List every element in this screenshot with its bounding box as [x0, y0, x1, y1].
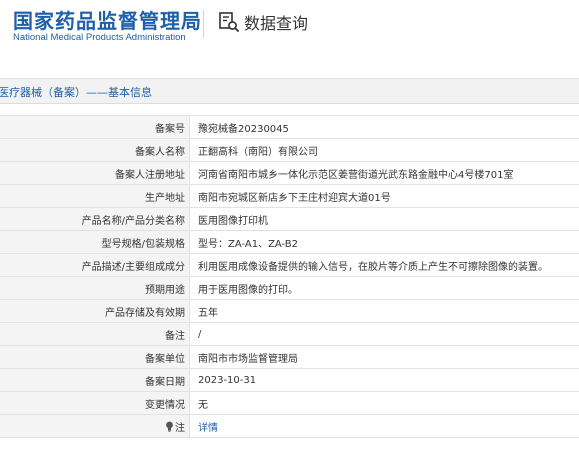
- field-label-record-date: 备案日期: [0, 368, 190, 392]
- field-value-storage-validity: 五年: [189, 299, 579, 323]
- field-value-product-description: 利用医用成像设备提供的输入信号，在胶片等介质上产生不可擦除图像的装置。: [189, 253, 579, 277]
- field-label-registrant-name: 备案人名称: [0, 138, 190, 162]
- field-label-storage-validity: 产品存储及有效期: [0, 299, 190, 323]
- field-value-remarks: /: [189, 322, 579, 346]
- table-row: 生产地址 南阳市宛城区新店乡下王庄村迎宾大道01号: [0, 184, 579, 208]
- field-value-registrant-name: 正翻高科（南阳）有限公司: [189, 138, 579, 162]
- document-search-icon: [219, 12, 239, 32]
- field-value-intended-use: 用于医用图像的打印。: [189, 276, 579, 300]
- field-value-production-address: 南阳市宛城区新店乡下王庄村迎宾大道01号: [189, 184, 579, 208]
- field-value-product-name: 医用图像打印机: [189, 207, 579, 231]
- site-logo-title[interactable]: 国家药品监督管理局: [13, 5, 202, 34]
- table-row: 备案人注册地址 河南省南阳市城乡一体化示范区姜营街道光武东路金融中心4号楼701…: [0, 161, 579, 185]
- field-label-production-address: 生产地址: [0, 184, 190, 208]
- field-label-remarks: 备注: [0, 322, 190, 346]
- field-value-registrant-address: 河南省南阳市城乡一体化示范区姜营街道光武东路金融中心4号楼701室: [189, 161, 579, 185]
- field-value-record-date: 2023-10-31: [189, 368, 579, 392]
- field-label-registrant-address: 备案人注册地址: [0, 161, 190, 185]
- field-label-product-description: 产品描述/主要组成成分: [0, 253, 190, 277]
- table-row: 预期用途 用于医用图像的打印。: [0, 276, 579, 300]
- table-row: 产品存储及有效期 五年: [0, 299, 579, 323]
- field-value-record-no: 豫宛械备20230045: [189, 115, 579, 139]
- lightbulb-icon: [166, 421, 173, 432]
- site-header: 国家药品监督管理局 National Medical Products Admi…: [0, 0, 579, 66]
- site-logo-subtitle: National Medical Products Administration: [13, 32, 186, 43]
- field-label-model-spec: 型号规格/包装规格: [0, 230, 190, 254]
- table-row: 注 详情: [0, 414, 579, 438]
- details-link[interactable]: 详情: [198, 423, 218, 434]
- field-value-changes: 无: [189, 391, 579, 415]
- table-row: 备案号 豫宛械备20230045: [0, 115, 579, 139]
- field-label-record-no: 备案号: [0, 115, 190, 139]
- table-row: 变更情况 无: [0, 391, 579, 415]
- field-label-record-unit: 备案单位: [0, 345, 190, 369]
- field-label-note: 注: [0, 414, 190, 438]
- field-value-note: 详情: [189, 414, 579, 438]
- table-row: 备案人名称 正翻高科（南阳）有限公司: [0, 138, 579, 162]
- basic-info-table: 备案号 豫宛械备20230045 备案人名称 正翻高科（南阳）有限公司 备案人注…: [0, 115, 579, 438]
- table-row: 型号规格/包装规格 型号：ZA-A1、ZA-B2: [0, 230, 579, 254]
- section-header: 医疗器械（备案）——基本信息: [0, 78, 579, 104]
- field-label-intended-use: 预期用途: [0, 276, 190, 300]
- table-row: 产品描述/主要组成成分 利用医用成像设备提供的输入信号，在胶片等介质上产生不可擦…: [0, 253, 579, 277]
- data-query-label: 数据查询: [244, 14, 309, 33]
- table-row: 备案单位 南阳市市场监督管理局: [0, 345, 579, 369]
- field-value-record-unit: 南阳市市场监督管理局: [189, 345, 579, 369]
- header-divider: [203, 10, 204, 38]
- table-row: 备案日期 2023-10-31: [0, 368, 579, 392]
- field-label-changes: 变更情况: [0, 391, 190, 415]
- table-row: 产品名称/产品分类名称 医用图像打印机: [0, 207, 579, 231]
- table-row: 备注 /: [0, 322, 579, 346]
- section-title: 医疗器械（备案）——基本信息: [0, 86, 152, 99]
- note-label-text: 注: [175, 422, 185, 434]
- data-query-link[interactable]: 数据查询: [218, 10, 308, 34]
- field-label-product-name: 产品名称/产品分类名称: [0, 207, 190, 231]
- field-value-model-spec: 型号：ZA-A1、ZA-B2: [189, 230, 579, 254]
